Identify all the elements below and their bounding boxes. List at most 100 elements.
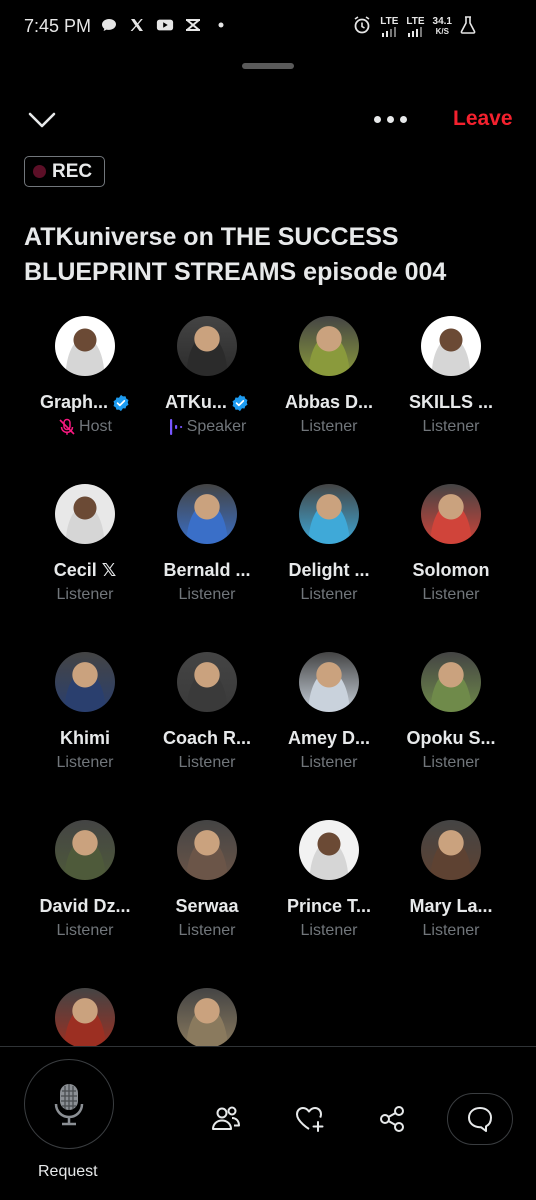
signal-icon — [382, 26, 397, 37]
participant-role-text: Listener — [300, 418, 358, 435]
participant-name-text: Abbas D... — [284, 392, 373, 412]
participant[interactable]: David Dz... Listener — [24, 820, 146, 940]
participant-name-text: Coach R... — [162, 728, 251, 748]
avatar[interactable] — [55, 316, 115, 376]
participant-role-text: Listener — [422, 586, 480, 603]
participant[interactable]: Delight ... Listener — [268, 484, 390, 604]
participant[interactable]: Prince T... Listener — [268, 820, 390, 940]
avatar[interactable] — [421, 820, 481, 880]
avatar[interactable] — [421, 316, 481, 376]
request-label: Request — [38, 1163, 98, 1180]
space-title: ATKuniverse on THE SUCCESS BLUEPRINT STR… — [24, 223, 447, 286]
react-button[interactable] — [292, 1101, 328, 1137]
participant-name: Khimi — [24, 728, 146, 749]
participant-name-text: SKILLS ... — [408, 392, 493, 412]
participant-role: Listener — [146, 754, 268, 772]
more-dot-icon — [387, 115, 394, 123]
avatar[interactable] — [177, 988, 237, 1048]
request-mic-button[interactable] — [24, 1059, 114, 1149]
participant-role: Host — [24, 418, 146, 436]
more-dot-icon — [400, 115, 407, 123]
drag-handle[interactable] — [242, 63, 294, 69]
participant-role: Listener — [24, 586, 146, 604]
avatar[interactable] — [55, 988, 115, 1048]
participant-name-text: Serwaa — [175, 896, 239, 916]
muted-mic-icon — [59, 418, 75, 435]
participant-role: Listener — [24, 754, 146, 772]
record-dot-icon — [33, 165, 46, 178]
status-time: 7:45 PM — [24, 16, 92, 36]
avatar[interactable] — [177, 652, 237, 712]
participant-name: SKILLS ... — [390, 392, 512, 413]
participant-name-text: Bernald ... — [163, 560, 251, 580]
participant-role-text: Listener — [178, 754, 236, 771]
avatar[interactable] — [299, 652, 359, 712]
participant[interactable]: Solomon Listener — [390, 484, 512, 604]
share-button[interactable] — [374, 1101, 410, 1137]
participant-role-text: Listener — [178, 586, 236, 603]
signal-icon — [408, 26, 423, 37]
participant-role-text: Listener — [56, 922, 114, 939]
participant[interactable]: Mary La... Listener — [390, 820, 512, 940]
avatar[interactable] — [177, 820, 237, 880]
avatar[interactable] — [177, 316, 237, 376]
participant[interactable]: Khimi Listener — [24, 652, 146, 772]
avatar[interactable] — [299, 484, 359, 544]
avatar[interactable] — [55, 652, 115, 712]
participant-name: Delight ... — [268, 560, 390, 581]
participant[interactable]: Bernald ... Listener — [146, 484, 268, 604]
participant-name-text: Khimi — [59, 728, 110, 748]
participant[interactable]: Cecil 𝕏 Listener — [24, 484, 146, 604]
participant-role-text: Listener — [300, 586, 358, 603]
participant[interactable]: Amey D... Listener — [268, 652, 390, 772]
microphone-icon — [54, 1084, 84, 1126]
chat-bubble-icon — [100, 16, 118, 34]
network-2: LTE — [406, 16, 425, 37]
participant-name: Bernald ... — [146, 560, 268, 581]
participant-name: David Dz... — [24, 896, 146, 917]
participant[interactable]: Coach R... Listener — [146, 652, 268, 772]
people-icon — [212, 1106, 240, 1130]
avatar[interactable] — [177, 484, 237, 544]
status-bar: 7:45 PM LTE LTE 34.1 K/S — [0, 0, 536, 52]
participant-role-text: Listener — [56, 586, 114, 603]
capcut-icon — [184, 16, 202, 34]
participant-name-text: Cecil 𝕏 — [53, 560, 117, 580]
participant-name-text: Solomon — [412, 560, 490, 580]
share-icon — [380, 1106, 404, 1132]
participant[interactable]: SKILLS ... Listener — [390, 316, 512, 436]
participant-name: Cecil 𝕏 — [24, 560, 146, 581]
bottom-bar: Request — [0, 1047, 536, 1200]
network-1-label: LTE — [380, 15, 399, 27]
participant[interactable]: Graph... Host — [24, 316, 146, 436]
participant[interactable]: Abbas D... Listener — [268, 316, 390, 436]
participant-role-text: Listener — [422, 754, 480, 771]
network-speed: 34.1 K/S — [433, 16, 452, 37]
avatar[interactable] — [421, 652, 481, 712]
more-options-button[interactable] — [374, 110, 412, 128]
avatar[interactable] — [299, 316, 359, 376]
system-status: LTE LTE 34.1 K/S — [352, 15, 476, 38]
avatar[interactable] — [55, 820, 115, 880]
notification-icons — [100, 16, 230, 34]
leave-button[interactable]: Leave — [453, 107, 513, 131]
participant[interactable]: Opoku S... Listener — [390, 652, 512, 772]
avatar[interactable] — [299, 820, 359, 880]
participant-role: Listener — [146, 922, 268, 940]
avatar[interactable] — [421, 484, 481, 544]
participant[interactable]: ATKu... Speaker — [146, 316, 268, 436]
collapse-button[interactable] — [26, 106, 58, 134]
avatar[interactable] — [55, 484, 115, 544]
people-button[interactable] — [208, 1101, 244, 1137]
chat-button[interactable] — [447, 1093, 513, 1145]
participant-role: Listener — [24, 922, 146, 940]
more-dot-icon — [374, 115, 381, 123]
participant-role-text: Listener — [56, 754, 114, 771]
participant-name-text: Mary La... — [409, 896, 493, 916]
participant[interactable]: Serwaa Listener — [146, 820, 268, 940]
participant-role-text: Listener — [422, 418, 480, 435]
participant-role-text: Listener — [300, 922, 358, 939]
participant-role: Listener — [268, 754, 390, 772]
participant-role-text: Listener — [300, 754, 358, 771]
rec-badge: REC — [24, 156, 105, 187]
